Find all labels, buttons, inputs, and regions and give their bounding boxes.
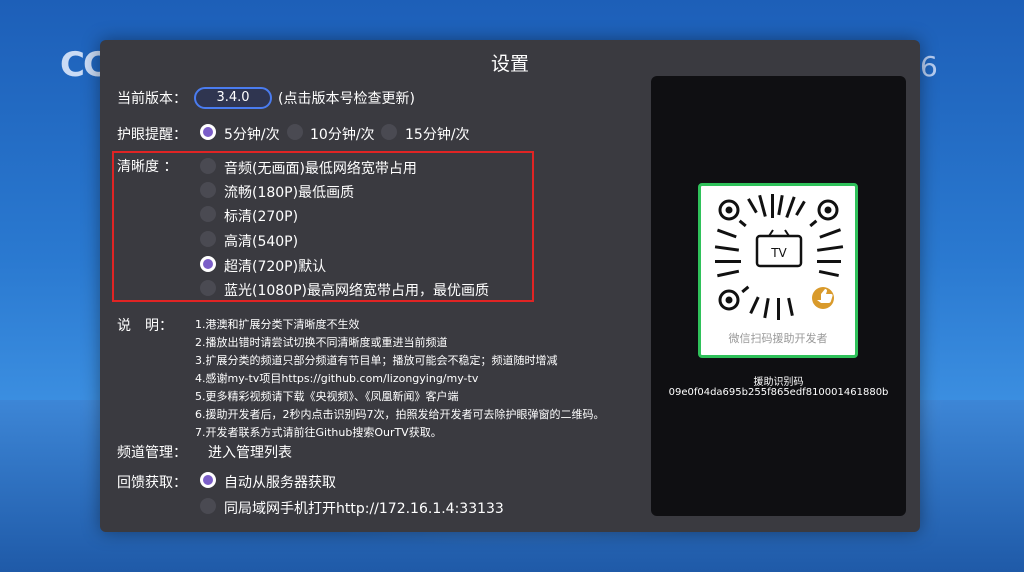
- clarity-option-2[interactable]: 标清(270P): [224, 206, 298, 226]
- note-line-7: 7.开发者联系方式请前往Github搜索OurTV获取。: [195, 426, 442, 439]
- clarity-label: 清晰度 ：: [117, 159, 178, 175]
- clarity-option-1[interactable]: 流畅(180P)最低画质: [224, 182, 354, 202]
- clarity-radio-5[interactable]: [200, 280, 216, 296]
- eye-care-label: 护眼提醒：: [117, 127, 187, 143]
- channel-mgmt-label: 频道管理：: [117, 445, 187, 461]
- note-line-4: 4.感谢my-tv项目https://github.com/lizongying…: [195, 372, 479, 385]
- eye-care-option-1[interactable]: 10分钟/次: [310, 124, 375, 144]
- clarity-radio-2[interactable]: [200, 206, 216, 222]
- note-line-1: 1.港澳和扩展分类下清晰度不生效: [195, 318, 360, 331]
- dialog-title: 设置: [490, 53, 529, 75]
- version-hint: (点击版本号检查更新): [278, 91, 415, 107]
- donate-panel: TV 微信扫码援助开发者 援助识别码 09e0f04da695b255f865e…: [651, 76, 906, 516]
- clarity-radio-4[interactable]: [200, 256, 216, 272]
- eye-care-radio-0[interactable]: [200, 124, 216, 140]
- feedback-radio-0[interactable]: [200, 472, 216, 488]
- feedback-option-0[interactable]: 自动从服务器获取: [224, 472, 336, 492]
- qr-center-text: TV: [770, 246, 787, 260]
- note-line-6: 6.援助开发者后，2秒内点击识别码7次，拍照发给开发者可去除护眼弹窗的二维码。: [195, 408, 605, 421]
- eye-care-radio-1[interactable]: [287, 124, 303, 140]
- qr-caption: 微信扫码援助开发者: [728, 332, 828, 345]
- clarity-option-3[interactable]: 高清(540P): [224, 231, 298, 251]
- version-button[interactable]: 3.4.0: [194, 87, 272, 109]
- assist-code-label: 援助识别码: [753, 377, 804, 388]
- note-line-2: 2.播放出错时请尝试切换不同清晰度或重进当前频道: [195, 336, 448, 349]
- eye-care-option-0[interactable]: 5分钟/次: [224, 124, 280, 144]
- notes-label: 说 明：: [117, 318, 173, 334]
- clarity-radio-3[interactable]: [200, 231, 216, 247]
- clarity-radio-0[interactable]: [200, 158, 216, 174]
- feedback-option-1[interactable]: 同局域网手机打开http://172.16.1.4:33133: [224, 498, 504, 518]
- clarity-option-0[interactable]: 音频(无画面)最低网络宽带占用: [224, 158, 417, 178]
- channel-mgmt-link[interactable]: 进入管理列表: [208, 442, 292, 462]
- version-label: 当前版本：: [117, 91, 187, 107]
- note-line-3: 3.扩展分类的频道只部分频道有节目单；播放可能会不稳定；频道随时增减: [195, 354, 558, 367]
- eye-care-radio-2[interactable]: [381, 124, 397, 140]
- clarity-radio-1[interactable]: [200, 182, 216, 198]
- feedback-radio-1[interactable]: [200, 498, 216, 514]
- assist-code-value[interactable]: 09e0f04da695b255f865edf810001461880b: [651, 387, 906, 398]
- clarity-option-5[interactable]: 蓝光(1080P)最高网络宽带占用，最优画质: [224, 280, 489, 300]
- eye-care-option-2[interactable]: 15分钟/次: [405, 124, 470, 144]
- settings-dialog: 设置 当前版本： 3.4.0 (点击版本号检查更新) 护眼提醒： 5分钟/次 1…: [100, 40, 920, 532]
- qr-code-icon: TV: [714, 194, 844, 320]
- background-channel-number: 6: [920, 50, 938, 83]
- clarity-option-4[interactable]: 超清(720P)默认: [224, 256, 326, 276]
- note-line-5: 5.更多精彩视频请下载《央视频》、《凤凰新闻》客户端: [195, 390, 459, 403]
- feedback-label: 回馈获取：: [117, 475, 187, 491]
- qr-card: TV 微信扫码援助开发者: [698, 183, 858, 358]
